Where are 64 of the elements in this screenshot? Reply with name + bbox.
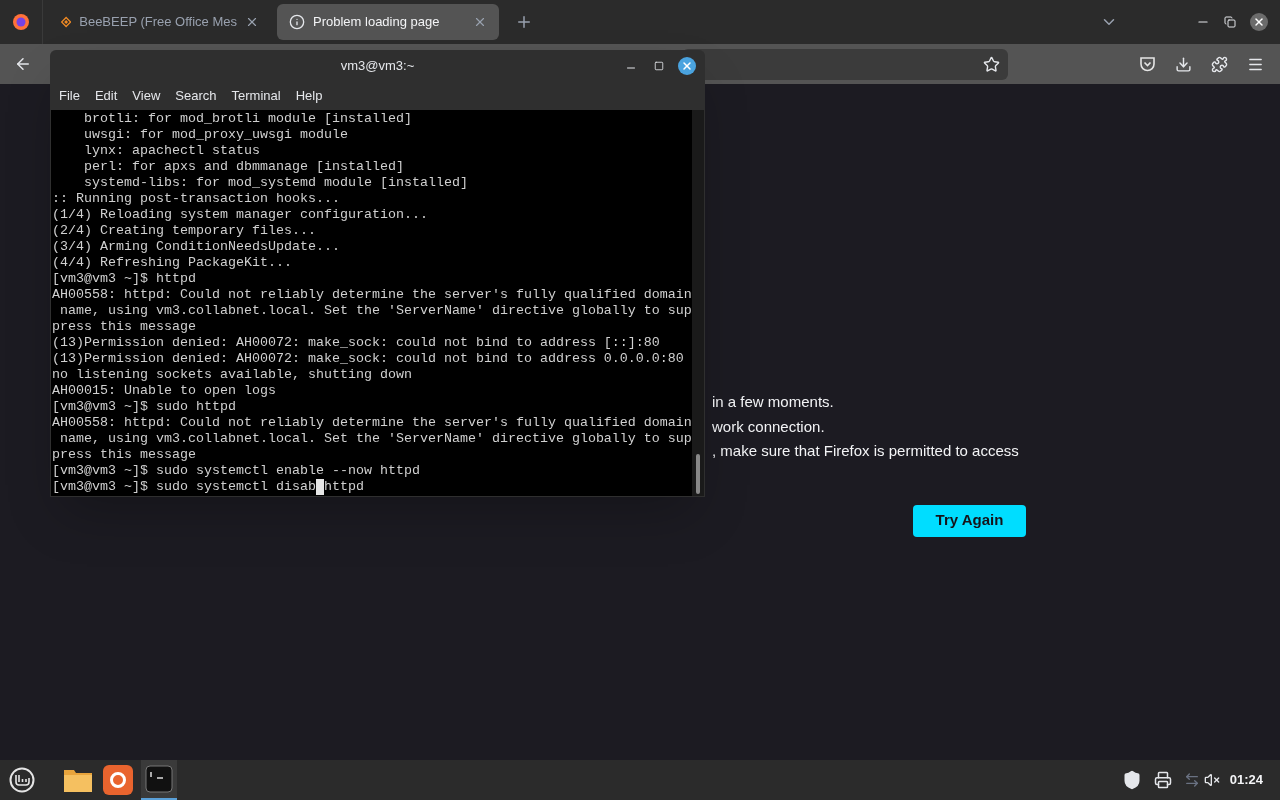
menu-item[interactable]: File xyxy=(59,86,80,106)
terminal-line: (4/4) Refreshing PackageKit... xyxy=(52,255,293,271)
browser-taskbar-icon[interactable] xyxy=(103,765,133,795)
error-text: , make sure that Firefox is permitted to access xyxy=(712,441,1020,461)
terminal-line: perl: for apxs and dbmmanage [installed] xyxy=(83,159,405,175)
window-title: vm3@vm3:~ xyxy=(340,57,415,76)
new-tab-icon[interactable] xyxy=(515,13,533,31)
browser-tab[interactable]: BeeBEEP (Free Office Mes xyxy=(49,4,271,40)
terminal-line: [vm3@vm3 ~]$ sudo systemctl enable --now httpd xyxy=(52,463,421,479)
terminal-line: [vm3@vm3 ~]$ sudo systemctl disab xyxy=(52,479,316,495)
text-cursor xyxy=(315,479,324,495)
close-window-icon[interactable] xyxy=(1250,13,1268,31)
terminal-line: brotli: for mod_brotli module [installed] xyxy=(83,111,413,127)
terminal-line: (13)Permission denied: AH00072: make_sock: could not bind to address 0.0.0.0:80 xyxy=(52,351,685,367)
clock[interactable]: 01:24 xyxy=(1229,770,1263,790)
terminal-line: uwsgi: for mod_proxy_uwsgi module xyxy=(83,127,349,143)
browser-tab[interactable]: Problem loading page xyxy=(277,4,499,40)
terminal-line: [vm3@vm3 ~]$ httpd xyxy=(52,271,197,287)
tab-title: Problem loading page xyxy=(313,13,441,32)
menu-item[interactable]: View xyxy=(132,86,161,106)
terminal-taskbar-icon[interactable] xyxy=(141,760,177,800)
scrollbar[interactable] xyxy=(692,110,704,496)
terminal-line: systemd-libs: for mod_systemd module [installed] xyxy=(83,175,469,191)
terminal-line: :: Running post-transaction hooks... xyxy=(52,191,341,207)
folder-icon[interactable] xyxy=(63,767,93,793)
pocket-icon[interactable] xyxy=(1139,56,1156,72)
maximize-icon[interactable] xyxy=(654,61,664,71)
diamond-logo-icon xyxy=(61,14,72,30)
tab-title: BeeBEEP (Free Office Mes xyxy=(79,13,237,32)
terminal-line: [vm3@vm3 ~]$ sudo httpd xyxy=(52,399,237,415)
muted-volume-icon[interactable] xyxy=(1203,772,1220,788)
terminal-line: (2/4) Creating temporary files... xyxy=(52,223,317,239)
download-icon[interactable] xyxy=(1175,55,1192,73)
error-text: work connection. xyxy=(712,416,826,437)
terminal-line: press this message xyxy=(52,447,197,463)
terminal-line: AH00558: httpd: Could not reliably determine the server's fully qualified domain xyxy=(52,415,692,431)
terminal-line: lynx: apachectl status xyxy=(83,143,261,159)
menu-item[interactable]: Terminal xyxy=(231,86,281,106)
terminal-line: (1/4) Reloading system manager configuration... xyxy=(52,207,429,223)
terminal-line: name, using vm3.collabnet.local. Set the 'ServerName' directive globally to sup xyxy=(59,303,692,319)
restore-icon[interactable] xyxy=(1224,16,1236,28)
extensions-icon[interactable] xyxy=(1211,55,1228,73)
close-tab-icon[interactable] xyxy=(245,15,259,29)
terminal-line: name, using vm3.collabnet.local. Set the 'ServerName' directive globally to sup xyxy=(59,431,692,447)
info-icon xyxy=(289,14,305,30)
terminal-line: no listening sockets available, shutting down xyxy=(52,367,413,383)
terminal-line: AH00558: httpd: Could not reliably determine the server's fully qualified domain xyxy=(52,287,692,303)
terminal-line: (13)Permission denied: AH00072: make_sock: could not bind to address [::]:80 xyxy=(52,335,661,351)
printer-icon[interactable] xyxy=(1153,771,1172,789)
terminal-line: AH00015: Unable to open logs xyxy=(52,383,277,399)
menu-item[interactable]: Help xyxy=(295,86,323,106)
terminal-line: httpd xyxy=(323,479,364,495)
terminal-line: press this message xyxy=(52,319,197,335)
menu-logo-icon[interactable] xyxy=(9,767,35,793)
menu-item[interactable]: Edit xyxy=(94,86,118,106)
back-icon[interactable] xyxy=(14,55,32,73)
try-again-button[interactable]: Try Again xyxy=(913,504,1026,537)
terminal-line: (3/4) Arming ConditionNeedsUpdate... xyxy=(52,239,341,255)
error-text: in a few moments. xyxy=(712,392,835,412)
close-tab-icon[interactable] xyxy=(473,15,487,29)
browser-logo-icon[interactable] xyxy=(12,13,30,31)
close-icon[interactable] xyxy=(678,57,696,75)
bookmark-star-icon[interactable] xyxy=(983,55,1000,73)
menu-item[interactable]: Search xyxy=(175,86,217,106)
